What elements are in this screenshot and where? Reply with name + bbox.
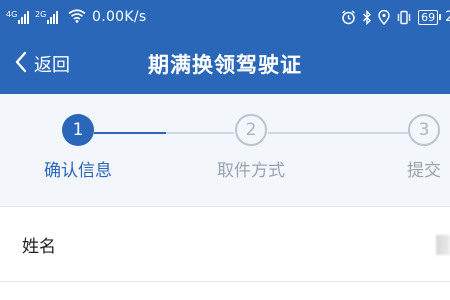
signal-tag: 2G <box>35 9 47 19</box>
signal-4g-icon: 4G <box>6 9 29 24</box>
page-title: 期满换领驾驶证 <box>148 53 302 77</box>
status-left: 4G 2G 0.00K/s <box>6 8 146 27</box>
step-number: 3 <box>408 114 440 146</box>
signal-2g-icon: 2G <box>35 9 58 24</box>
name-row: 姓名 <box>0 206 450 282</box>
vibrate-icon <box>396 10 412 25</box>
location-icon <box>378 9 390 25</box>
step-submit: 3 提交 <box>364 114 450 181</box>
wifi-icon <box>68 8 86 27</box>
name-label: 姓名 <box>22 236 56 257</box>
bluetooth-icon <box>362 9 372 25</box>
step-label: 提交 <box>407 161 441 181</box>
step-number: 2 <box>235 114 267 146</box>
alarm-icon <box>341 9 356 25</box>
battery-level: 69 <box>418 9 439 25</box>
clock: 2 <box>445 9 450 25</box>
progress-stepper: 1 确认信息 2 取件方式 3 提交 <box>0 94 450 206</box>
step-label: 确认信息 <box>44 161 112 181</box>
app-header: 返回 期满换领驾驶证 <box>0 34 450 94</box>
form-continuation <box>0 282 450 300</box>
status-bar: 4G 2G 0.00K/s 69 2 <box>0 0 450 34</box>
battery-icon: 69 <box>418 9 442 25</box>
step-confirm-info: 1 确认信息 <box>18 114 138 181</box>
step-pickup-method: 2 取件方式 <box>191 114 311 181</box>
step-number: 1 <box>62 114 94 146</box>
signal-tag: 4G <box>6 9 18 19</box>
network-speed: 0.00K/s <box>92 9 147 25</box>
step-label: 取件方式 <box>217 161 285 181</box>
name-value-masked <box>436 235 450 255</box>
status-right: 69 2 <box>341 0 450 34</box>
